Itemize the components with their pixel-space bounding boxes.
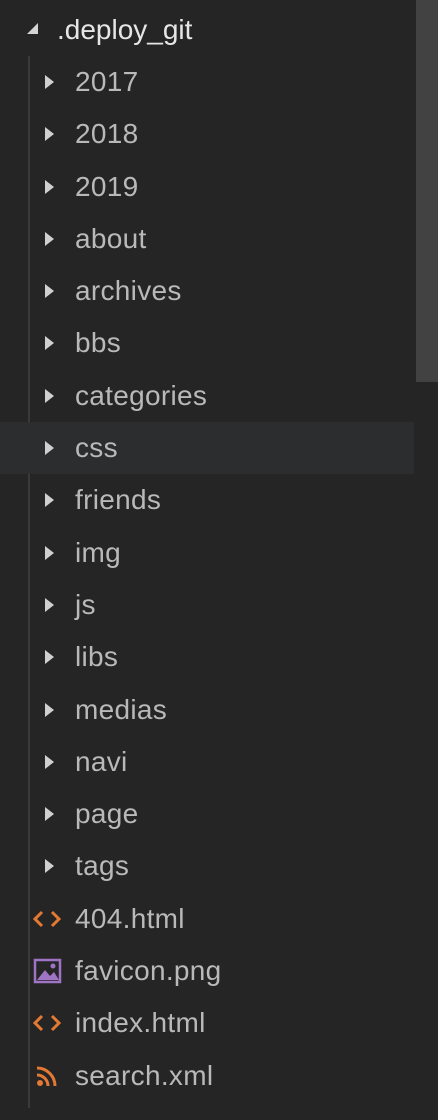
html-file-icon xyxy=(31,1009,63,1037)
tree-root-deploy-git[interactable]: .deploy_git xyxy=(0,4,414,56)
chevron-right-icon[interactable] xyxy=(45,859,54,874)
tree-folder-css[interactable]: css xyxy=(0,422,414,475)
file-explorer: .deploy_git 2017 2018 2019 about archives bbs… xyxy=(0,0,438,1120)
vertical-scrollbar[interactable] xyxy=(414,0,438,1120)
tree-item-label: index.html xyxy=(75,1007,206,1039)
tree-folder-archives[interactable]: archives xyxy=(0,265,414,317)
chevron-right-icon[interactable] xyxy=(45,284,54,299)
tree-item-label: search.xml xyxy=(75,1059,214,1091)
tree-item-label: about xyxy=(75,222,147,254)
tree-item-label: friends xyxy=(75,484,162,516)
tree-item-label: favicon.png xyxy=(75,955,222,987)
file-tree: 2017 2018 2019 about archives bbs categories cs… xyxy=(0,56,414,1102)
tree-item-label: page xyxy=(75,798,139,830)
chevron-right-icon[interactable] xyxy=(45,231,54,246)
tree-folder-page[interactable]: page xyxy=(0,788,414,840)
tree-folder-navi[interactable]: navi xyxy=(0,736,414,788)
chevron-down-icon[interactable] xyxy=(27,23,38,34)
tree-item-label: navi xyxy=(75,745,128,777)
tree-item-label: js xyxy=(75,588,96,620)
tree-item-label: libs xyxy=(75,641,119,673)
scrollbar-thumb[interactable] xyxy=(416,0,438,382)
rss-file-icon xyxy=(31,1062,63,1090)
tree-folder-tags[interactable]: tags xyxy=(0,840,414,892)
tree-file-404-html[interactable]: 404.html xyxy=(0,893,414,945)
tree-folder-friends[interactable]: friends xyxy=(0,474,414,526)
chevron-right-icon[interactable] xyxy=(45,754,54,769)
tree-item-label: img xyxy=(75,536,122,568)
tree-folder-2018[interactable]: 2018 xyxy=(0,108,414,160)
tree-folder-about[interactable]: about xyxy=(0,213,414,265)
root-folder-label: .deploy_git xyxy=(57,14,193,45)
chevron-right-icon[interactable] xyxy=(45,441,54,456)
chevron-right-icon[interactable] xyxy=(45,702,54,717)
chevron-right-icon[interactable] xyxy=(45,336,54,351)
tree-folder-libs[interactable]: libs xyxy=(0,631,414,683)
chevron-right-icon[interactable] xyxy=(45,388,54,403)
html-file-icon xyxy=(31,905,63,933)
tree-folder-medias[interactable]: medias xyxy=(0,684,414,736)
chevron-right-icon[interactable] xyxy=(45,493,54,508)
image-file-icon xyxy=(31,957,63,985)
chevron-right-icon[interactable] xyxy=(45,75,54,89)
tree-item-label: bbs xyxy=(75,327,122,359)
tree-file-favicon-png[interactable]: favicon.png xyxy=(0,945,414,997)
tree-folder-js[interactable]: js xyxy=(0,579,414,631)
tree-item-label: 2018 xyxy=(75,118,139,150)
tree-item-label: medias xyxy=(75,693,168,725)
tree-item-label: css xyxy=(75,432,118,464)
tree-item-label: tags xyxy=(75,850,130,882)
tree-item-label: 404.html xyxy=(75,902,185,934)
tree-folder-categories[interactable]: categories xyxy=(0,370,414,422)
tree-file-search-xml[interactable]: search.xml xyxy=(0,1050,414,1102)
tree-folder-2017[interactable]: 2017 xyxy=(0,56,414,108)
chevron-right-icon[interactable] xyxy=(45,650,54,665)
chevron-right-icon[interactable] xyxy=(45,545,54,560)
tree-item-label: categories xyxy=(75,379,208,411)
tree-folder-img[interactable]: img xyxy=(0,527,414,579)
chevron-right-icon[interactable] xyxy=(45,127,54,142)
tree-item-label: archives xyxy=(75,275,182,307)
tree-folder-2019[interactable]: 2019 xyxy=(0,161,414,213)
chevron-right-icon[interactable] xyxy=(45,807,54,822)
chevron-right-icon[interactable] xyxy=(45,179,54,194)
chevron-right-icon[interactable] xyxy=(45,597,54,612)
tree-item-label: 2017 xyxy=(75,66,139,97)
tree-file-index-html[interactable]: index.html xyxy=(0,997,414,1049)
tree-folder-bbs[interactable]: bbs xyxy=(0,317,414,369)
tree-item-label: 2019 xyxy=(75,170,139,202)
